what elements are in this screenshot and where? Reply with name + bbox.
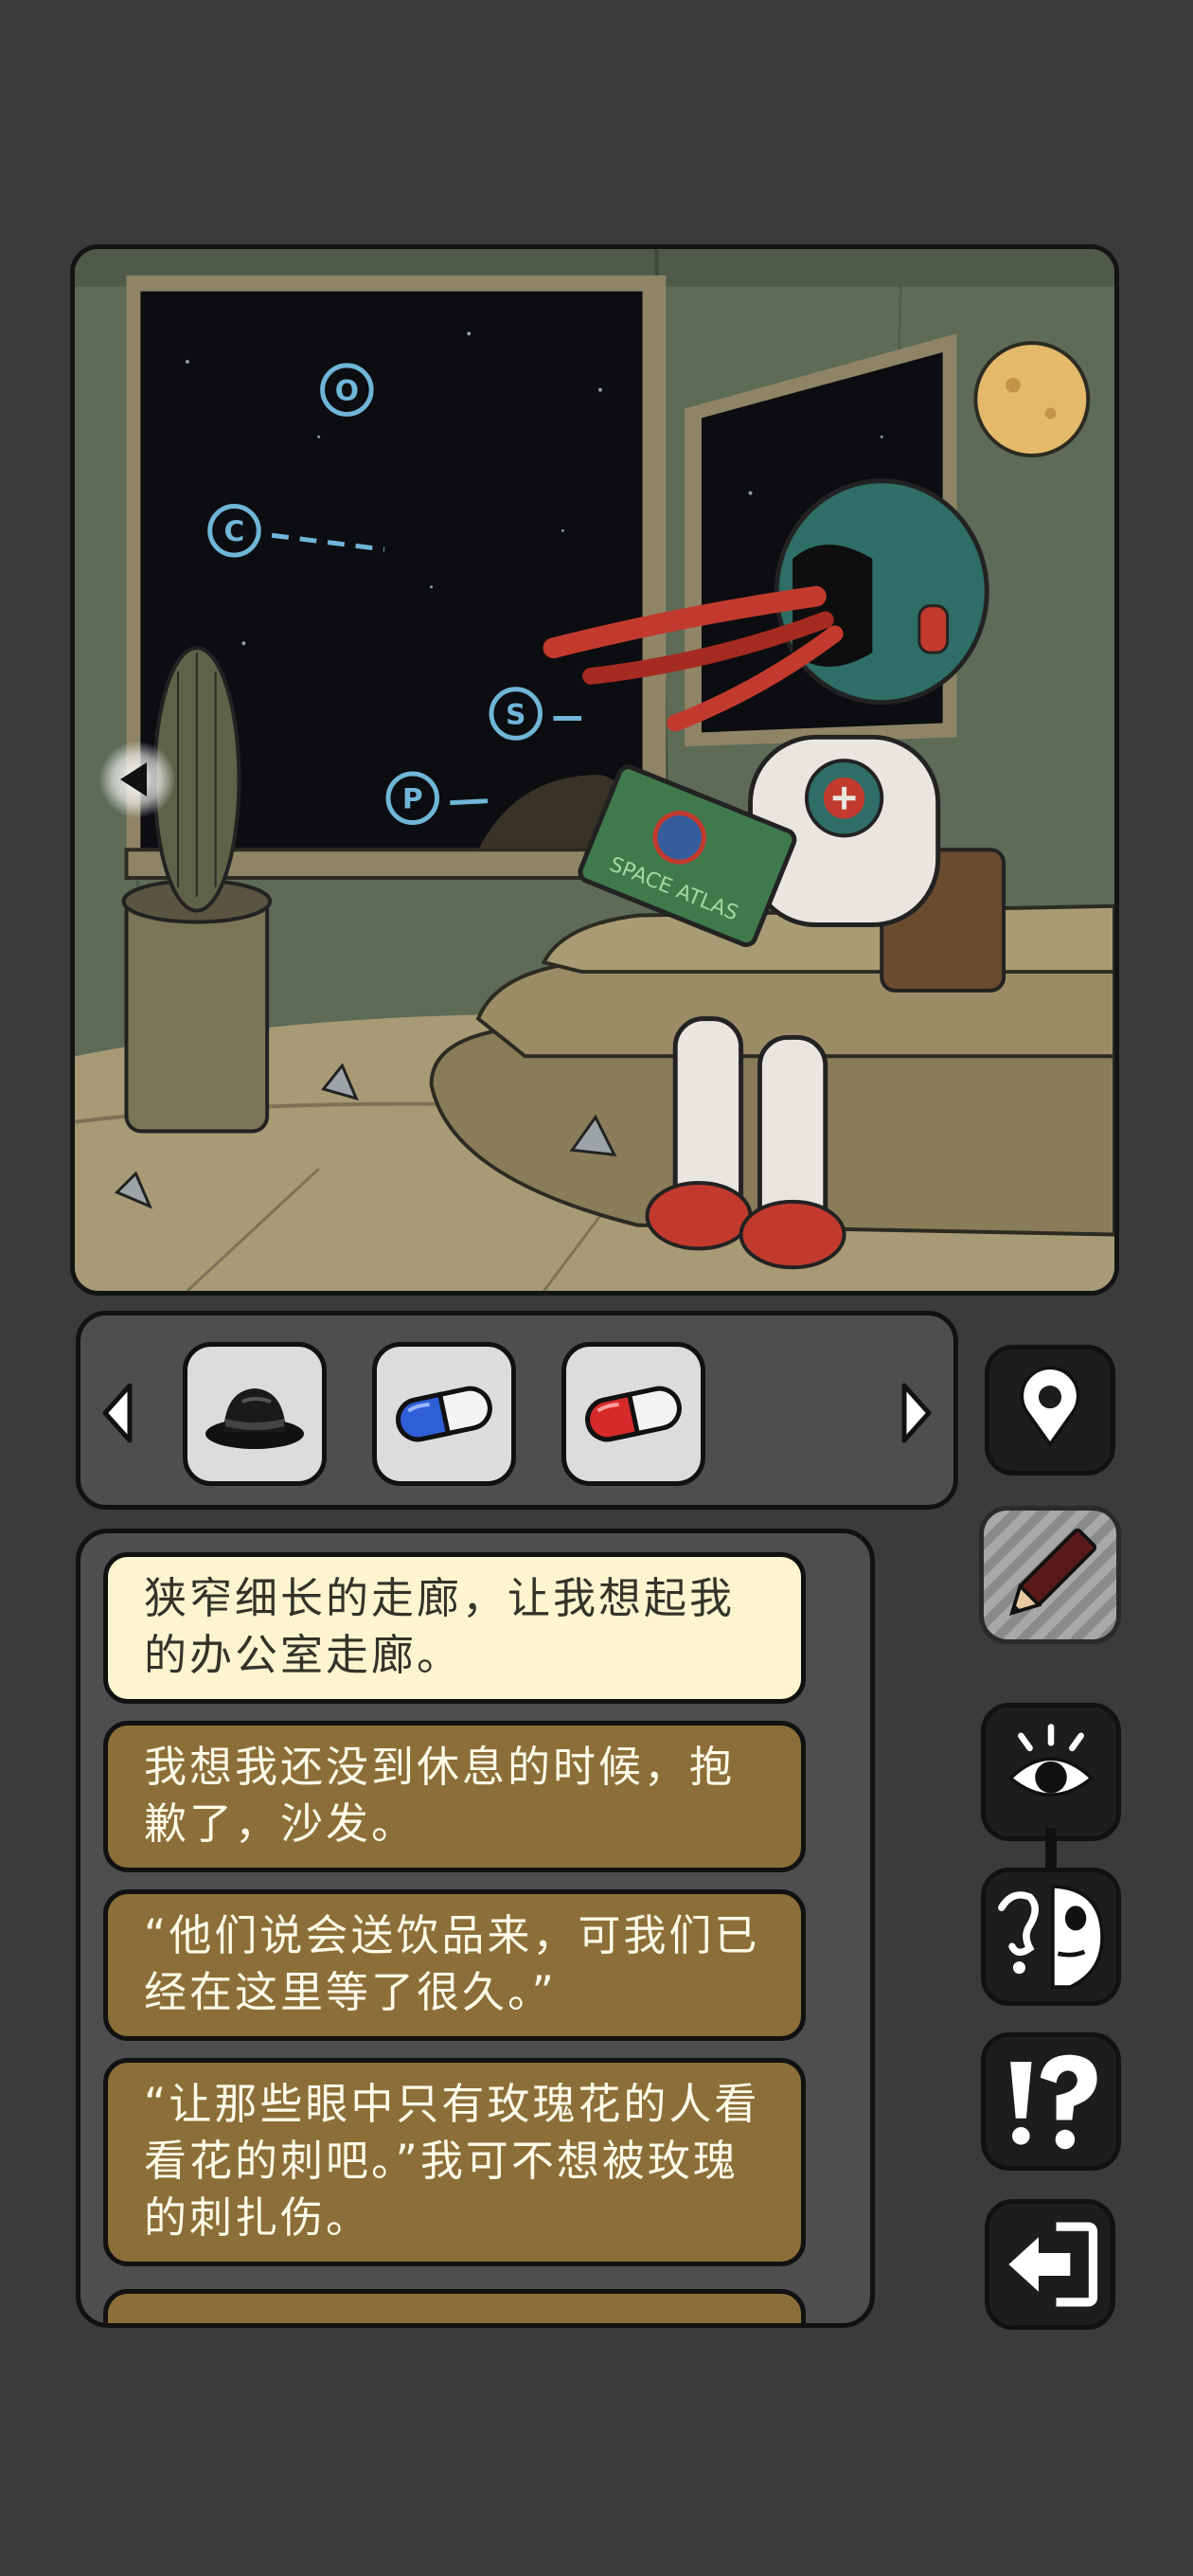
hint-button[interactable] xyxy=(981,2032,1121,2171)
map-pin-icon xyxy=(1020,1366,1080,1448)
note-item[interactable]: 狭窄细长的走廊，让我想起我的办公室走廊。 xyxy=(103,1552,806,1704)
look-button[interactable] xyxy=(981,1703,1121,1841)
inventory-right-arrow-icon[interactable] xyxy=(895,1380,936,1446)
hat-icon xyxy=(205,1388,304,1449)
svg-text:O: O xyxy=(335,375,359,408)
inventory-left-arrow-icon[interactable] xyxy=(98,1380,139,1446)
exit-icon xyxy=(1008,2222,1098,2307)
scene-back-arrow[interactable] xyxy=(99,742,175,817)
button-connector xyxy=(1045,1828,1057,1869)
svg-text:S: S xyxy=(506,698,525,731)
note-text: 狭窄细长的走廊，让我想起我的办公室走廊。 xyxy=(144,1573,736,1680)
inventory-slot-hat[interactable] xyxy=(183,1342,327,1486)
note-item[interactable]: 我想我还没到休息的时候，抱歉了，沙发。 xyxy=(103,1721,806,1872)
pencil-icon xyxy=(1009,1528,1097,1616)
face-icon xyxy=(998,1884,1104,1989)
inventory-slot-red-pill[interactable] xyxy=(561,1342,705,1486)
notebook-panel: 狭窄细长的走廊，让我想起我的办公室走廊。 我想我还没到休息的时候，抱歉了，沙发。… xyxy=(76,1529,875,2328)
note-text: 我想我还没到休息的时候，抱歉了，沙发。 xyxy=(144,1742,736,1849)
moon-lamp xyxy=(973,341,1091,458)
exit-button[interactable] xyxy=(985,2199,1115,2330)
red-pill-icon xyxy=(585,1386,682,1442)
note-item[interactable]: “他们说会送饮品来，可我们已经在这里等了很久。” xyxy=(103,1889,806,2041)
svg-text:C: C xyxy=(224,515,245,548)
hint-icon xyxy=(1010,2054,1097,2150)
note-text: “他们说会送饮品来，可我们已经在这里等了很久。” xyxy=(144,1910,760,2017)
inventory-bar xyxy=(76,1311,958,1510)
inventory-slot-blue-pill[interactable] xyxy=(372,1342,516,1486)
blue-pill-icon xyxy=(396,1386,492,1442)
eye-icon xyxy=(1007,1724,1095,1797)
note-text: “让那些眼中只有玫瑰花的人看看花的刺吧。”我可不想被玫瑰的刺扎伤。 xyxy=(144,2079,760,2243)
scene-illustration: O C S P SPACE ATLAS xyxy=(75,249,1114,1291)
notebook-button[interactable] xyxy=(979,1506,1121,1644)
note-item-partial[interactable] xyxy=(103,2289,806,2323)
scene-view[interactable]: O C S P SPACE ATLAS xyxy=(70,244,1119,1296)
memory-button[interactable] xyxy=(981,1868,1121,2006)
note-item[interactable]: “让那些眼中只有玫瑰花的人看看花的刺吧。”我可不想被玫瑰的刺扎伤。 xyxy=(103,2058,806,2266)
map-button[interactable] xyxy=(985,1345,1115,1476)
svg-text:P: P xyxy=(402,783,423,816)
